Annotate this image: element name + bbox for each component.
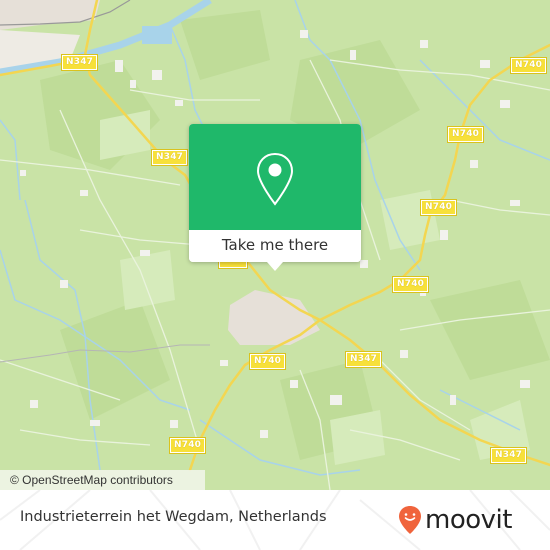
water-basin: [142, 26, 172, 44]
popup-pointer: [267, 262, 283, 271]
road-label-n347: N347: [489, 447, 528, 464]
location-pin-icon: [256, 152, 294, 206]
moovit-logo[interactable]: moovit: [398, 505, 512, 535]
road-label-n740: N740: [419, 199, 458, 216]
urban-area: [0, 0, 100, 30]
footer: Industrieterrein het Wegdam, Netherlands…: [0, 490, 550, 550]
road-label-n347: N347: [150, 149, 189, 166]
road-label-n740: N740: [509, 57, 548, 74]
moovit-smiley-pin-icon: [399, 506, 421, 534]
road-label-n740: N740: [391, 276, 430, 293]
road-label-n740: N740: [446, 126, 485, 143]
road-label-n347: N347: [60, 54, 99, 71]
location-name: Industrieterrein het Wegdam, Netherlands: [20, 509, 327, 525]
map-attribution[interactable]: © OpenStreetMap contributors: [0, 470, 205, 490]
brand-name: moovit: [425, 505, 512, 535]
road-label-n347: N347: [344, 351, 383, 368]
popup-header[interactable]: [189, 124, 361, 230]
take-me-there-popup[interactable]: Take me there: [189, 124, 361, 271]
take-me-there-button[interactable]: Take me there: [189, 230, 361, 262]
industrial-area: [228, 290, 320, 345]
road-label-n740: N740: [168, 437, 207, 454]
road-label-n740: N740: [248, 353, 287, 370]
